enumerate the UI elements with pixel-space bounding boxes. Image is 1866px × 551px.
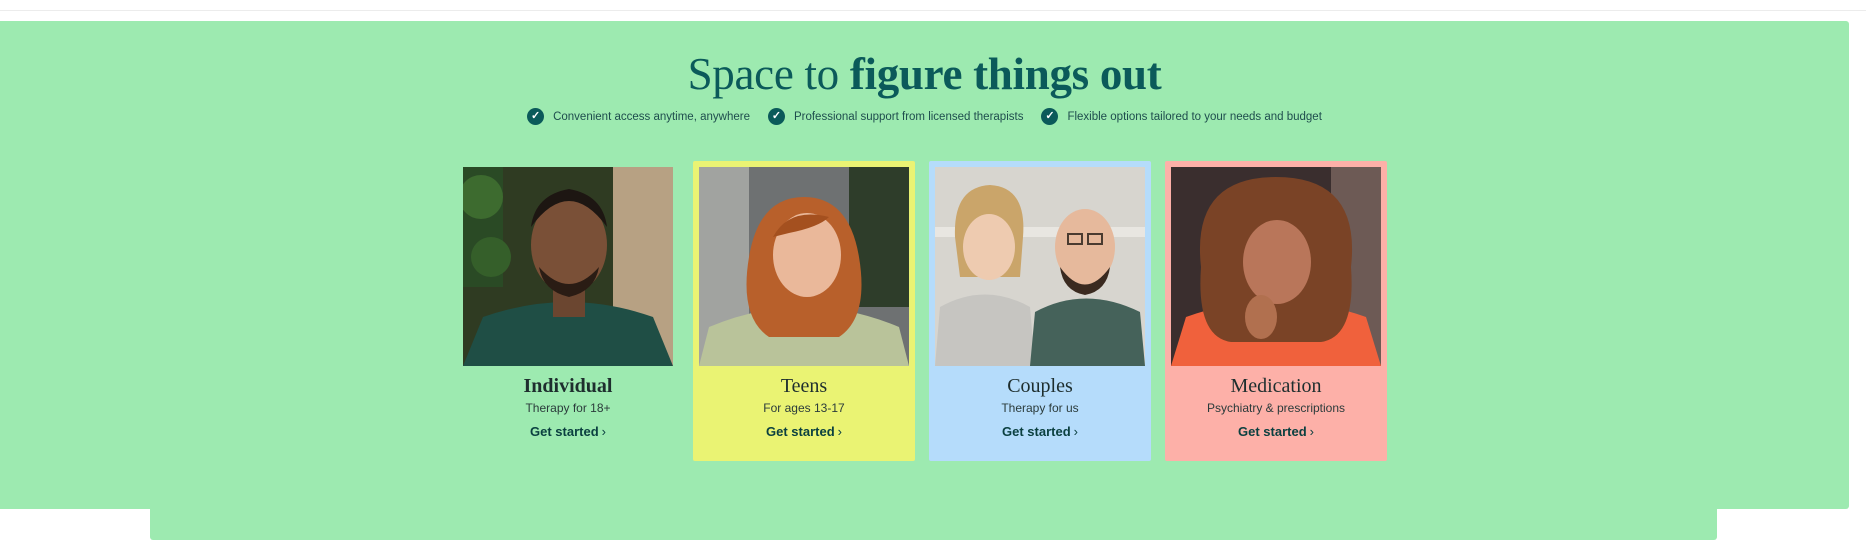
cta-label: Get started [766, 424, 835, 439]
cta-label: Get started [530, 424, 599, 439]
feature-list: ✓ Convenient access anytime, anywhere ✓ … [0, 108, 1849, 125]
card-title: Individual [523, 375, 613, 397]
feature-item: ✓ Professional support from licensed the… [767, 108, 1024, 125]
cta-label: Get started [1238, 424, 1307, 439]
card-individual[interactable]: Individual Therapy for 18+ Get started › [457, 161, 679, 461]
card-teens[interactable]: Teens For ages 13-17 Get started › [693, 161, 915, 461]
headline-emphasis: figure things out [849, 49, 1162, 99]
medication-photo [1171, 167, 1381, 366]
get-started-link[interactable]: Get started › [457, 424, 679, 439]
feature-item: ✓ Convenient access anytime, anywhere [527, 108, 750, 125]
get-started-link[interactable]: Get started › [929, 424, 1151, 439]
check-circle-icon: ✓ [1041, 108, 1059, 125]
check-circle-icon: ✓ [527, 108, 545, 125]
feature-item: ✓ Flexible options tailored to your need… [1041, 108, 1322, 125]
feature-text: Professional support from licensed thera… [793, 110, 1024, 123]
teens-photo [699, 167, 909, 366]
card-subtitle: Therapy for 18+ [525, 401, 611, 415]
cta-label: Get started [1002, 424, 1071, 439]
get-started-link[interactable]: Get started › [1165, 424, 1387, 439]
card-subtitle: For ages 13-17 [763, 401, 845, 415]
chevron-right-icon: › [1309, 424, 1314, 439]
get-started-link[interactable]: Get started › [693, 424, 915, 439]
chevron-right-icon: › [837, 424, 842, 439]
individual-photo [463, 167, 673, 366]
card-subtitle: Psychiatry & prescriptions [1206, 401, 1346, 415]
chevron-right-icon: › [1073, 424, 1078, 439]
card-subtitle: Therapy for us [1001, 401, 1079, 415]
card-medication[interactable]: Medication Psychiatry & prescriptions Ge… [1165, 161, 1387, 461]
couples-photo [935, 167, 1145, 366]
card-title: Teens [780, 375, 828, 397]
hero-headline: Space to figure things out [0, 48, 1849, 100]
feature-text: Flexible options tailored to your needs … [1067, 110, 1322, 123]
headline-plain: Space to [687, 49, 850, 99]
card-couples[interactable]: Couples Therapy for us Get started › [929, 161, 1151, 461]
top-divider [0, 10, 1866, 11]
card-title: Couples [1007, 375, 1073, 397]
check-circle-icon: ✓ [767, 108, 785, 125]
card-title: Medication [1230, 375, 1322, 397]
chevron-right-icon: › [601, 424, 606, 439]
feature-text: Convenient access anytime, anywhere [553, 110, 750, 123]
hero-section-tab [150, 500, 1717, 540]
